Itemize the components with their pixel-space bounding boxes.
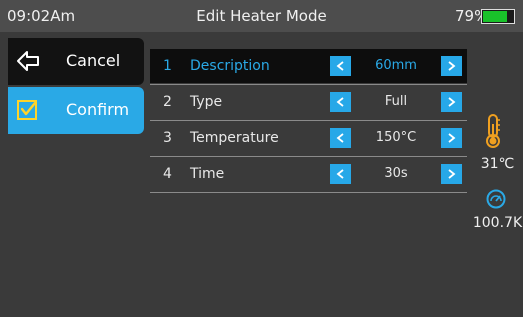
param-row-type[interactable]: 2 Type Full <box>150 85 467 119</box>
param-name: Description <box>190 58 270 74</box>
cancel-button[interactable]: Cancel <box>8 38 144 85</box>
heater-mode-screen: 09:02Am Edit Heater Mode 79% Cancel Conf… <box>0 0 523 317</box>
decrease-button[interactable] <box>330 56 351 76</box>
param-row-temperature[interactable]: 3 Temperature 150°C <box>150 121 467 155</box>
page-title: Edit Heater Mode <box>196 7 327 25</box>
param-name: Time <box>190 166 225 182</box>
pressure-readout: 100.7K <box>472 215 523 231</box>
increase-button[interactable] <box>441 56 462 76</box>
row-divider <box>150 192 467 193</box>
chevron-left-icon <box>336 169 344 179</box>
battery-level <box>483 11 507 22</box>
row-number: 3 <box>163 130 172 146</box>
decrease-button[interactable] <box>330 92 351 112</box>
temperature-readout: 31℃ <box>480 156 515 172</box>
thermometer-icon <box>486 114 500 148</box>
chevron-right-icon <box>448 133 456 143</box>
param-value: 60mm <box>375 58 417 73</box>
row-number: 2 <box>163 94 172 110</box>
chevron-right-icon <box>448 97 456 107</box>
increase-button[interactable] <box>441 164 462 184</box>
increase-button[interactable] <box>441 92 462 112</box>
row-number: 1 <box>163 58 172 74</box>
decrease-button[interactable] <box>330 128 351 148</box>
increase-button[interactable] <box>441 128 462 148</box>
decrease-button[interactable] <box>330 164 351 184</box>
chevron-left-icon <box>336 61 344 71</box>
param-value: 30s <box>384 166 408 181</box>
confirm-label: Confirm <box>66 100 130 119</box>
status-bar: 09:02Am Edit Heater Mode 79% <box>0 0 523 32</box>
chevron-right-icon <box>448 169 456 179</box>
gauge-icon <box>486 189 506 209</box>
param-row-description[interactable]: 1 Description 60mm <box>150 49 467 83</box>
param-value: 150°C <box>375 130 417 145</box>
confirm-button[interactable]: Confirm <box>8 87 144 134</box>
chevron-left-icon <box>336 133 344 143</box>
checkbox-check-icon <box>17 100 37 120</box>
param-row-time[interactable]: 4 Time 30s <box>150 157 467 191</box>
row-number: 4 <box>163 166 172 182</box>
param-name: Type <box>190 94 223 110</box>
cancel-label: Cancel <box>66 51 121 70</box>
battery-icon <box>481 9 515 24</box>
chevron-right-icon <box>448 61 456 71</box>
chevron-left-icon <box>336 97 344 107</box>
param-value: Full <box>384 94 408 109</box>
param-name: Temperature <box>190 130 279 146</box>
back-arrow-icon <box>17 51 39 71</box>
